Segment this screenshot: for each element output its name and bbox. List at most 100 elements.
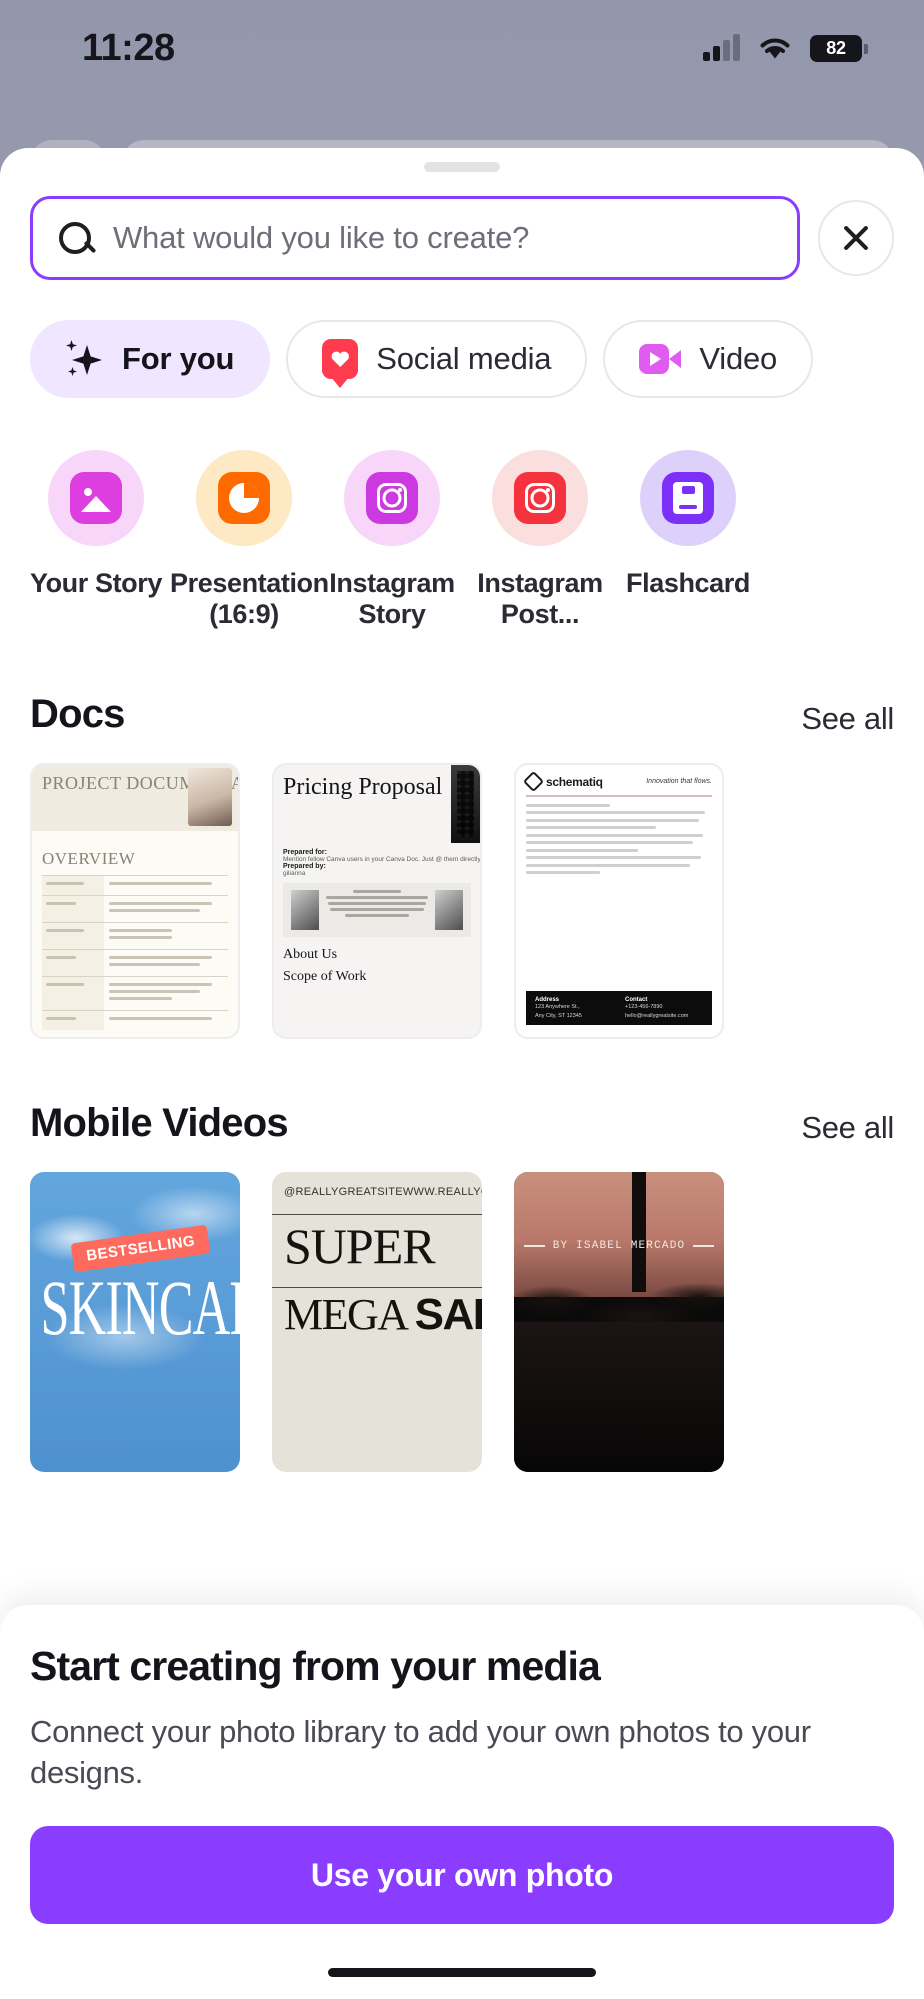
status-bar-time: 11:28 <box>82 27 175 70</box>
table-row <box>42 976 228 1010</box>
callout-text <box>324 890 430 920</box>
callout-photo-right <box>435 890 463 930</box>
brand-lockup: schematiq <box>526 774 603 789</box>
letterhead-footer: Address 123 Anywhere St., Any City, ST 1… <box>526 991 712 1025</box>
category-your-story[interactable]: Your Story <box>22 450 170 630</box>
section-title: Docs <box>30 692 125 737</box>
mobile-videos-card-row[interactable]: BESTSELLING SKINCARE @REALLYGREATSITE WW… <box>0 1146 924 1472</box>
pie-chart-icon <box>218 472 270 524</box>
close-icon <box>840 222 872 254</box>
doc-callout <box>283 883 471 937</box>
heart-pin-icon <box>322 339 358 379</box>
category-row[interactable]: Your Story Presentation (16:9) Instagram… <box>0 398 924 630</box>
prepared-by-label: Prepared by: <box>283 863 471 870</box>
modal-title: Start creating from your media <box>30 1643 894 1690</box>
chip-label: Video <box>699 341 777 377</box>
close-button[interactable] <box>818 200 894 276</box>
search-row: What would you like to create? <box>0 172 924 280</box>
category-label: Instagram Post... <box>466 568 614 630</box>
doc-avatar-photo <box>188 768 232 826</box>
category-circle <box>344 450 440 546</box>
phone-screen: 11:28 82 Search your content and Canva's <box>0 0 924 1999</box>
see-all-link-docs[interactable]: See all <box>801 701 894 737</box>
doc-title-band: PROJECT DOCUMENTATION <box>32 765 238 831</box>
search-input[interactable]: What would you like to create? <box>30 196 800 280</box>
octagon-logo-icon <box>523 771 544 792</box>
doc-heading: OVERVIEW <box>32 831 238 875</box>
section-header-docs: Docs See all <box>0 692 924 737</box>
section-header-mobile-videos: Mobile Videos See all <box>0 1101 924 1146</box>
cellular-signal-icon <box>703 35 740 61</box>
category-circle <box>492 450 588 546</box>
callout-photo-left <box>291 890 319 930</box>
see-all-link-mobile-videos[interactable]: See all <box>801 1110 894 1146</box>
chip-video[interactable]: Video <box>603 320 813 398</box>
video-byline: BY ISABEL MERCADO <box>514 1240 724 1252</box>
doc-about-section: About Us <box>274 943 480 963</box>
category-circle <box>640 450 736 546</box>
website-url: WWW.REALLYGREATSITE.COM <box>403 1186 482 1198</box>
home-indicator <box>328 1968 596 1977</box>
instagram-icon <box>366 472 418 524</box>
table-row <box>42 895 228 922</box>
video-camera-icon <box>639 344 681 374</box>
wifi-icon <box>758 35 792 61</box>
video-card-isabel-mercado[interactable]: BY ISABEL MERCADO <box>514 1172 724 1472</box>
contact-email: hello@reallygreatsite.com <box>625 1012 703 1021</box>
instagram-icon <box>514 472 566 524</box>
brand-tagline: Innovation that flows. <box>646 778 712 785</box>
video-title-line-2: MEGA SALE <box>272 1288 482 1336</box>
doc-meta: Prepared for: Mention fellow Canva users… <box>274 843 480 877</box>
use-your-own-photo-button[interactable]: Use your own photo <box>30 1826 894 1924</box>
category-flashcard[interactable]: Flashcard <box>614 450 762 630</box>
video-card-skincare[interactable]: BESTSELLING SKINCARE <box>30 1172 240 1472</box>
status-bar-indicators: 82 <box>703 35 862 62</box>
doc-card-schematiq-letterhead[interactable]: schematiq Innovation that flows. <box>514 763 724 1039</box>
letterhead-body <box>516 804 722 875</box>
byline-rule-left <box>524 1245 545 1247</box>
category-label: Presentation (16:9) <box>170 568 318 630</box>
sparkle-icon <box>66 340 104 378</box>
letterhead-header: schematiq Innovation that flows. <box>516 765 722 795</box>
create-bottom-sheet: What would you like to create? For you S… <box>0 148 924 1999</box>
video-title: SKINCARE <box>41 1270 230 1344</box>
video-top-line: @REALLYGREATSITE WWW.REALLYGREATSITE.COM <box>272 1172 482 1198</box>
modal-description: Connect your photo library to add your o… <box>30 1712 894 1794</box>
category-circle <box>196 450 292 546</box>
category-instagram-story[interactable]: Instagram Story <box>318 450 466 630</box>
section-title: Mobile Videos <box>30 1101 288 1146</box>
scope-heading: Scope of Work <box>274 963 480 985</box>
chip-label: Social media <box>376 341 551 377</box>
footer-contact: Contact +123-456-7890 hello@reallygreats… <box>625 997 703 1019</box>
chip-social-media[interactable]: Social media <box>286 320 587 398</box>
category-instagram-post[interactable]: Instagram Post... <box>466 450 614 630</box>
contact-phone: +123-456-7890 <box>625 1003 703 1012</box>
flashcard-icon <box>662 472 714 524</box>
chip-for-you[interactable]: For you <box>30 320 270 398</box>
category-label: Your Story <box>22 568 170 599</box>
prepared-for-label: Prepared for: <box>283 849 471 856</box>
doc-table <box>32 875 238 1030</box>
brand-name: schematiq <box>546 775 603 789</box>
photo-ground <box>514 1322 724 1472</box>
category-label: Flashcard <box>614 568 762 599</box>
doc-card-project-documentation[interactable]: PROJECT DOCUMENTATION OVERVIEW <box>30 763 240 1039</box>
search-placeholder: What would you like to create? <box>113 220 529 256</box>
byline-text: BY ISABEL MERCADO <box>553 1240 686 1252</box>
doc-title: Pricing Proposal <box>274 765 451 843</box>
video-card-super-mega-sale[interactable]: @REALLYGREATSITE WWW.REALLYGREATSITE.COM… <box>272 1172 482 1472</box>
address-line-2: Any City, ST 12345 <box>535 1012 613 1021</box>
about-heading: About Us <box>283 947 471 963</box>
sheet-drag-handle[interactable] <box>424 162 500 172</box>
table-row <box>42 1010 228 1030</box>
prepared-by-value: gilianna <box>283 870 471 877</box>
building-photo <box>451 765 480 843</box>
docs-card-row[interactable]: PROJECT DOCUMENTATION OVERVIEW Pricing P… <box>0 737 924 1039</box>
footer-address: Address 123 Anywhere St., Any City, ST 1… <box>535 997 613 1019</box>
filter-chip-row[interactable]: For you Social media Video <box>0 280 924 398</box>
doc-card-pricing-proposal[interactable]: Pricing Proposal Prepared for: Mention f… <box>272 763 482 1039</box>
video-title-line-1: SUPER <box>272 1215 482 1271</box>
table-row <box>42 922 228 949</box>
category-presentation[interactable]: Presentation (16:9) <box>170 450 318 630</box>
chip-label: For you <box>122 341 234 377</box>
